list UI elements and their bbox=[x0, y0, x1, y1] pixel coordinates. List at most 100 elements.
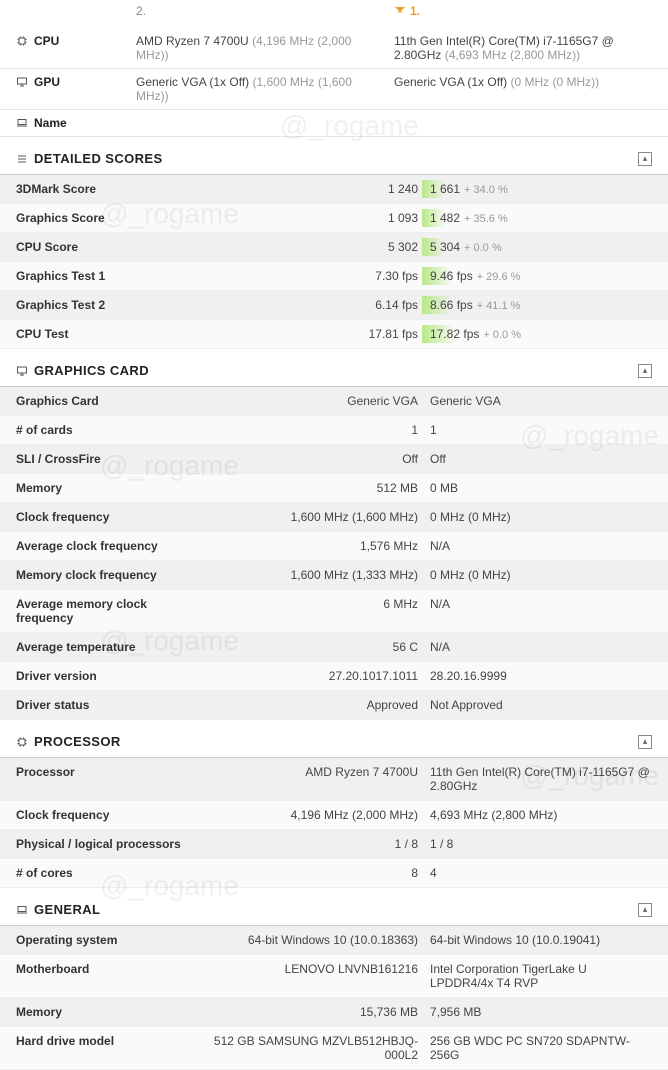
row-label: Graphics Test 1 bbox=[16, 269, 196, 283]
trophy-icon bbox=[394, 5, 406, 17]
table-row: Average memory clock frequency6 MHzN/A bbox=[0, 590, 668, 633]
row-value-2: 4 bbox=[430, 866, 652, 880]
collapse-icon[interactable]: ▴ bbox=[638, 152, 652, 166]
table-row: Hard drive model512 GB SAMSUNG MZVLB512H… bbox=[0, 1027, 668, 1070]
row-label: Average memory clock frequency bbox=[16, 597, 196, 625]
table-row: Average temperature56 CN/A bbox=[0, 633, 668, 662]
row-label: Memory clock frequency bbox=[16, 568, 196, 582]
gpu2-clock: (0 MHz (0 MHz)) bbox=[511, 75, 600, 89]
row-value-2: N/A bbox=[430, 640, 652, 654]
row-label: Driver status bbox=[16, 698, 196, 712]
row-label: Memory bbox=[16, 481, 196, 495]
row-value-1: 17.81 fps bbox=[196, 327, 430, 341]
row-value-1: 1 240 bbox=[196, 182, 430, 196]
table-row: SLI / CrossFireOffOff bbox=[0, 445, 668, 474]
table-row: Graphics Score1 0931 482+ 35.6 % bbox=[0, 204, 668, 233]
row-label: Motherboard bbox=[16, 962, 196, 990]
row-value-1: 5 302 bbox=[196, 240, 430, 254]
row-value-1: 1,600 MHz (1,333 MHz) bbox=[196, 568, 430, 582]
table-row: # of cards11 bbox=[0, 416, 668, 445]
row-label: Average temperature bbox=[16, 640, 196, 654]
row-value-1: 8 bbox=[196, 866, 430, 880]
row-label: Graphics Score bbox=[16, 211, 196, 225]
row-label: Physical / logical processors bbox=[16, 837, 196, 851]
row-value-2: Not Approved bbox=[430, 698, 652, 712]
row-label: Average clock frequency bbox=[16, 539, 196, 553]
row-value-1: Approved bbox=[196, 698, 430, 712]
row-value-2: 1 bbox=[430, 423, 652, 437]
row-label: Processor bbox=[16, 765, 196, 793]
row-label: Operating system bbox=[16, 933, 196, 947]
table-row: Memory15,736 MB7,956 MB bbox=[0, 998, 668, 1027]
table-row: Graphics Test 26.14 fps8.66 fps+ 41.1 % bbox=[0, 291, 668, 320]
table-row: Average clock frequency1,576 MHzN/A bbox=[0, 532, 668, 561]
row-value-2: 9.46 fps+ 29.6 % bbox=[430, 269, 652, 283]
collapse-icon[interactable]: ▴ bbox=[638, 735, 652, 749]
row-value-2: 1 482+ 35.6 % bbox=[430, 211, 652, 225]
row-value-1: AMD Ryzen 7 4700U bbox=[196, 765, 430, 793]
row-value-1: 512 GB SAMSUNG MZVLB512HBJQ-000L2 bbox=[196, 1034, 430, 1062]
cpu2-clock: (4,693 MHz (2,800 MHz)) bbox=[445, 48, 580, 62]
row-value-2: N/A bbox=[430, 539, 652, 553]
table-row: Driver statusApprovedNot Approved bbox=[0, 691, 668, 720]
row-value-2: 0 MB bbox=[430, 481, 652, 495]
section-detailed-scores[interactable]: DETAILED SCORES ▴ bbox=[0, 143, 668, 175]
row-value-2: 1 661+ 34.0 % bbox=[430, 182, 652, 196]
gpu2-name: Generic VGA (1x Off) bbox=[394, 75, 507, 89]
summary-gpu: GPU Generic VGA (1x Off) (1,600 MHz (1,6… bbox=[0, 69, 668, 110]
row-label: SLI / CrossFire bbox=[16, 452, 196, 466]
row-value-2: 0 MHz (0 MHz) bbox=[430, 510, 652, 524]
row-value-2: 5 304+ 0.0 % bbox=[430, 240, 652, 254]
row-label: Graphics Test 2 bbox=[16, 298, 196, 312]
table-row: Driver version27.20.1017.101128.20.16.99… bbox=[0, 662, 668, 691]
laptop-icon bbox=[16, 904, 28, 916]
row-value-1: 6 MHz bbox=[196, 597, 430, 625]
row-value-2: 256 GB WDC PC SN720 SDAPNTW-256G bbox=[430, 1034, 652, 1062]
section-general[interactable]: GENERAL ▴ bbox=[0, 894, 668, 926]
row-value-2: 4,693 MHz (2,800 MHz) bbox=[430, 808, 652, 822]
collapse-icon[interactable]: ▴ bbox=[638, 364, 652, 378]
row-label: Clock frequency bbox=[16, 510, 196, 524]
monitor-icon bbox=[16, 76, 28, 88]
row-value-1: 7.30 fps bbox=[196, 269, 430, 283]
table-row: Clock frequency1,600 MHz (1,600 MHz)0 MH… bbox=[0, 503, 668, 532]
table-row: CPU Score5 3025 304+ 0.0 % bbox=[0, 233, 668, 262]
row-value-1: Generic VGA bbox=[196, 394, 430, 408]
table-row: Clock frequency4,196 MHz (2,000 MHz)4,69… bbox=[0, 801, 668, 830]
table-row: ProcessorAMD Ryzen 7 4700U11th Gen Intel… bbox=[0, 758, 668, 801]
table-row: Memory512 MB0 MB bbox=[0, 474, 668, 503]
row-value-2: 0 MHz (0 MHz) bbox=[430, 568, 652, 582]
row-value-1: LENOVO LNVNB161216 bbox=[196, 962, 430, 990]
monitor-icon bbox=[16, 365, 28, 377]
row-label: Graphics Card bbox=[16, 394, 196, 408]
table-row: Memory clock frequency1,600 MHz (1,333 M… bbox=[0, 561, 668, 590]
row-label: Hard drive model bbox=[16, 1034, 196, 1062]
table-row: CPU Test17.81 fps17.82 fps+ 0.0 % bbox=[0, 320, 668, 349]
row-value-1: 6.14 fps bbox=[196, 298, 430, 312]
row-value-1: 27.20.1017.1011 bbox=[196, 669, 430, 683]
row-label: CPU Test bbox=[16, 327, 196, 341]
row-value-1: 1 / 8 bbox=[196, 837, 430, 851]
row-label: CPU Score bbox=[16, 240, 196, 254]
row-value-2: 64-bit Windows 10 (10.0.19041) bbox=[430, 933, 652, 947]
row-value-2: 28.20.16.9999 bbox=[430, 669, 652, 683]
table-row: Graphics CardGeneric VGAGeneric VGA bbox=[0, 387, 668, 416]
rank-2: 2. bbox=[136, 4, 394, 18]
summary-name: Name bbox=[0, 110, 668, 137]
rank-1: 1. bbox=[394, 4, 652, 18]
section-processor[interactable]: PROCESSOR ▴ bbox=[0, 726, 668, 758]
section-graphics-card[interactable]: GRAPHICS CARD ▴ bbox=[0, 355, 668, 387]
table-row: Physical / logical processors1 / 81 / 8 bbox=[0, 830, 668, 859]
collapse-icon[interactable]: ▴ bbox=[638, 903, 652, 917]
row-value-1: 64-bit Windows 10 (10.0.18363) bbox=[196, 933, 430, 947]
row-value-1: 1,576 MHz bbox=[196, 539, 430, 553]
row-value-1: 15,736 MB bbox=[196, 1005, 430, 1019]
row-value-2: Generic VGA bbox=[430, 394, 652, 408]
table-row: MotherboardLENOVO LNVNB161216Intel Corpo… bbox=[0, 955, 668, 998]
row-value-2: 17.82 fps+ 0.0 % bbox=[430, 327, 652, 341]
table-row: # of cores84 bbox=[0, 859, 668, 888]
row-value-1: 1,600 MHz (1,600 MHz) bbox=[196, 510, 430, 524]
table-row: Operating system64-bit Windows 10 (10.0.… bbox=[0, 926, 668, 955]
row-value-1: Off bbox=[196, 452, 430, 466]
row-label: Driver version bbox=[16, 669, 196, 683]
